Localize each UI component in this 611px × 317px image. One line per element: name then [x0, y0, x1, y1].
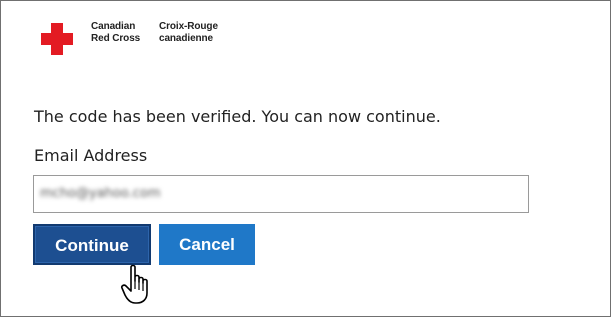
logo-name-french-line1: Croix-Rouge: [159, 21, 218, 32]
logo-name-english: Canadian Red Cross: [91, 21, 140, 45]
logo-name-english-line2: Red Cross: [91, 33, 141, 44]
logo-name-french: Croix-Rouge canadienne: [159, 21, 218, 45]
email-field-value: mcho@yahoo.com: [40, 186, 161, 201]
logo-name-english-line1: Canadian: [91, 21, 136, 32]
verification-message: The code has been verified. You can now …: [34, 107, 441, 126]
cancel-button[interactable]: Cancel: [159, 224, 255, 265]
email-label: Email Address: [34, 146, 148, 165]
red-cross-icon: [41, 23, 73, 55]
red-cross-logo: Canadian Red Cross Croix-Rouge canadienn…: [41, 19, 241, 55]
dialog-frame: Canadian Red Cross Croix-Rouge canadienn…: [0, 0, 611, 317]
hand-pointer-icon: [121, 264, 148, 304]
continue-button[interactable]: Continue: [33, 224, 151, 265]
email-field[interactable]: mcho@yahoo.com: [33, 175, 529, 213]
logo-name-french-line2: canadienne: [159, 33, 214, 44]
